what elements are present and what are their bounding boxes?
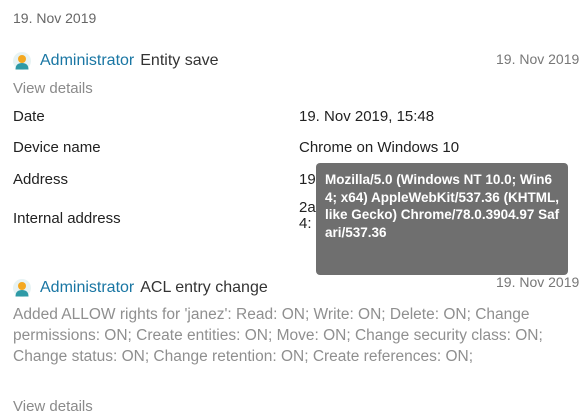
user-link[interactable]: Administrator [40, 52, 134, 70]
view-details-link[interactable]: View details [13, 398, 93, 415]
action-label: ACL entry change [140, 279, 268, 296]
detail-value-date: 19. Nov 2019, 15:48 [299, 108, 435, 125]
detail-label-date: Date [13, 108, 45, 125]
action-label: Entity save [140, 52, 219, 69]
detail-label-address: Address [13, 171, 69, 188]
user-agent-tooltip: Mozilla/5.0 (Windows NT 10.0; Win64; x64… [316, 163, 568, 275]
entry-description: Added ALLOW rights for 'janez': Read: ON… [13, 306, 543, 365]
user-avatar-icon [13, 52, 31, 70]
internal-address-line-1: 2a [299, 199, 316, 216]
view-details-link[interactable]: View details [13, 80, 93, 97]
audit-entry-header: Administrator ACL entry change [13, 277, 268, 299]
audit-entry-header: Administrator Entity save [13, 50, 219, 72]
entry-date: 19. Nov 2019 [496, 274, 580, 290]
entry-date: 19. Nov 2019 [496, 51, 580, 67]
group-date-header: 19. Nov 2019 [13, 10, 97, 26]
detail-label-device-name: Device name [13, 139, 101, 156]
user-avatar-icon [13, 279, 31, 297]
detail-value-internal-address: 2a 4: [299, 200, 316, 232]
detail-value-device-name[interactable]: Chrome on Windows 10 [299, 139, 459, 156]
detail-label-internal-address: Internal address [13, 210, 121, 227]
detail-value-address: 19 [299, 171, 316, 188]
user-link[interactable]: Administrator [40, 279, 134, 297]
internal-address-line-2: 4: [299, 215, 312, 232]
